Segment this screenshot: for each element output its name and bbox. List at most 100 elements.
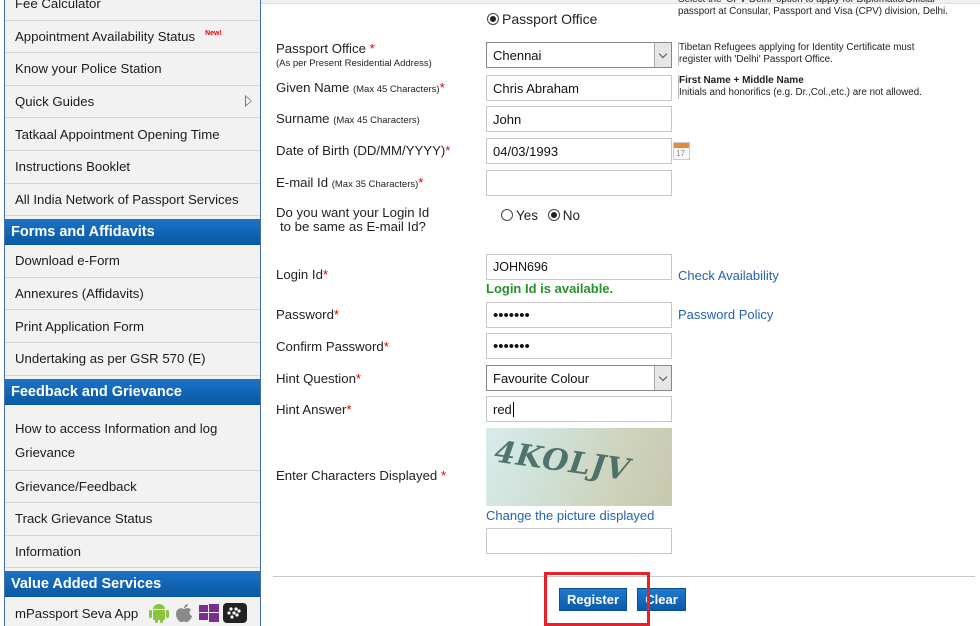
required-mark: * <box>383 339 389 354</box>
register-button[interactable]: Register <box>559 588 627 611</box>
login-same-label: Do you want your Login Id to be same as … <box>276 206 429 234</box>
sidebar-item-label: Tatkaal Appointment Opening Time <box>15 126 220 142</box>
input-value: red <box>493 401 512 417</box>
chevron-down-icon[interactable] <box>654 43 671 67</box>
login-available-status: Login Id is available. <box>486 281 614 296</box>
sidebar-item-tatkaal-time[interactable]: Tatkaal Appointment Opening Time <box>5 118 260 151</box>
help-tibetan: Tibetan Refugees applying for Identity C… <box>678 42 914 66</box>
email-input[interactable] <box>486 170 672 196</box>
sidebar-item-label: Annexures (Affidavits) <box>15 286 144 302</box>
sidebar-item-label: Track Grievance Status <box>15 511 153 527</box>
select-value: Favourite Colour <box>493 370 590 386</box>
radio-yes[interactable]: Yes <box>501 208 538 223</box>
captcha-label: Enter Characters Displayed * <box>276 468 446 483</box>
radio-no[interactable]: No <box>547 208 580 223</box>
dob-input[interactable]: 04/03/1993 <box>486 138 672 164</box>
label-text: Confirm Password <box>276 339 384 354</box>
radio-unselected-icon <box>501 209 513 221</box>
label-hint: (Max 35 Characters) <box>331 179 419 190</box>
confirm-password-input[interactable]: ••••••• <box>486 333 672 359</box>
change-picture-link[interactable]: Change the picture displayed <box>486 508 654 523</box>
sidebar-item-label: Fee Calculator <box>15 0 101 12</box>
surname-input[interactable]: John <box>486 106 672 132</box>
sidebar-item-undertaking-gsr[interactable]: Undertaking as per GSR 570 (E) <box>5 343 260 376</box>
required-mark: * <box>322 267 329 282</box>
sidebar-item-label: Grievance <box>15 444 76 460</box>
help-cpv: Select the 'CPV Delhi' option to apply f… <box>678 0 948 18</box>
check-availability-link[interactable]: Check Availability <box>678 268 779 283</box>
sidebar-item-track-grievance[interactable]: Track Grievance Status <box>5 503 260 536</box>
captcha-input[interactable] <box>486 528 672 554</box>
hint-answer-input[interactable]: red <box>486 396 672 422</box>
sidebar-item-how-to-access-grievance[interactable]: How to access Information and log Grievan… <box>5 405 260 471</box>
label-text: Surname <box>276 111 330 126</box>
sidebar-item-police-station[interactable]: Know your Police Station <box>5 53 260 86</box>
captcha-image: 4KOLJV <box>486 428 672 506</box>
passport-office-select[interactable]: Chennai <box>486 42 672 68</box>
select-value: Chennai <box>493 47 542 63</box>
sidebar-item-label: Instructions Booklet <box>15 159 131 175</box>
text-cursor <box>512 401 514 417</box>
new-badge: New! <box>205 29 222 37</box>
sidebar-item-download-eform[interactable]: Download e-Form <box>5 245 260 278</box>
required-mark: * <box>439 80 445 95</box>
sidebar-item-annexures[interactable]: Annexures (Affidavits) <box>5 278 260 311</box>
submenu-arrow-icon <box>245 94 252 107</box>
label-text: Password <box>276 307 334 322</box>
apple-icon[interactable] <box>173 603 195 623</box>
label-subtext: (As per Present Residential Address) <box>276 58 432 69</box>
required-mark: * <box>369 41 375 56</box>
sidebar-menu: Fee Calculator Appointment Availability … <box>4 0 261 626</box>
login-id-label: Login Id* <box>276 267 328 282</box>
help-title: First Name + Middle Name <box>679 75 804 86</box>
sidebar-item-label: mPassport Seva App <box>15 605 139 621</box>
hint-question-select[interactable]: Favourite Colour <box>486 365 672 391</box>
password-input[interactable]: ••••••• <box>486 302 672 328</box>
sidebar-item-appointment-availability[interactable]: Appointment Availability Status New! <box>5 21 260 54</box>
help-text: Initials and honorifics (e.g. Dr.,Col.,e… <box>679 87 922 98</box>
required-mark: * <box>355 371 362 386</box>
sidebar-item-label: Appointment Availability Status <box>15 28 196 44</box>
blackberry-icon[interactable] <box>223 603 248 624</box>
sidebar-heading-feedback: Feedback and Grievance <box>5 375 260 405</box>
sidebar-item-label: Undertaking as per GSR 570 (E) <box>15 351 206 367</box>
hint-answer-label: Hint Answer* <box>276 402 352 417</box>
given-name-label: Given Name (Max 45 Characters)* <box>276 80 445 95</box>
password-policy-link[interactable]: Password Policy <box>678 307 773 322</box>
chevron-down-icon[interactable] <box>654 366 671 390</box>
sidebar-item-instructions-booklet[interactable]: Instructions Booklet <box>5 151 260 184</box>
sidebar-item-print-application[interactable]: Print Application Form <box>5 310 260 343</box>
sidebar-item-label: How to access Information and log <box>15 420 218 436</box>
passport-office-label: Passport Office * (As per Present Reside… <box>276 41 432 69</box>
registration-form: Passport Office Select the 'CPV Delhi' o… <box>261 0 980 626</box>
sidebar-item-mpassport-app[interactable]: mPassport Seva App <box>5 597 260 626</box>
required-mark: * <box>346 402 352 417</box>
android-icon[interactable] <box>148 603 170 624</box>
sidebar-item-passport-network[interactable]: All India Network of Passport Services <box>5 184 260 217</box>
clear-button[interactable]: Clear <box>637 588 686 611</box>
form-divider <box>273 576 975 577</box>
label-text: E-mail Id <box>276 175 329 190</box>
calendar-icon[interactable]: 17 <box>673 142 690 160</box>
sidebar-item-label: All India Network of Passport Services <box>15 191 239 207</box>
help-text: Tibetan Refugees applying for Identity C… <box>679 42 915 53</box>
passport-office-radio[interactable]: Passport Office <box>487 11 597 27</box>
login-id-input[interactable]: JOHN696 <box>486 254 672 280</box>
app-store-icons <box>148 603 248 624</box>
sidebar-heading-forms: Forms and Affidavits <box>5 216 260 246</box>
confirm-password-label: Confirm Password* <box>276 339 389 354</box>
sidebar-item-grievance-feedback[interactable]: Grievance/Feedback <box>5 471 260 504</box>
windows-icon[interactable] <box>198 603 220 623</box>
label-hint: (Max 45 Characters) <box>333 115 420 126</box>
sidebar-item-fee-calculator[interactable]: Fee Calculator <box>5 0 260 21</box>
given-name-input[interactable]: Chris Abraham <box>486 75 672 101</box>
sidebar-item-label: Quick Guides <box>15 94 95 110</box>
login-same-radio-group: Yes No <box>501 208 580 223</box>
surname-label: Surname (Max 45 Characters) <box>276 111 420 126</box>
sidebar-item-label: Know your Police Station <box>15 61 162 77</box>
password-label: Password* <box>276 307 339 322</box>
label-text: Do you want your Login Id <box>276 205 430 220</box>
sidebar-item-information[interactable]: Information <box>5 536 260 569</box>
label-text: Hint Answer <box>276 402 347 417</box>
sidebar-item-quick-guides[interactable]: Quick Guides <box>5 86 260 119</box>
